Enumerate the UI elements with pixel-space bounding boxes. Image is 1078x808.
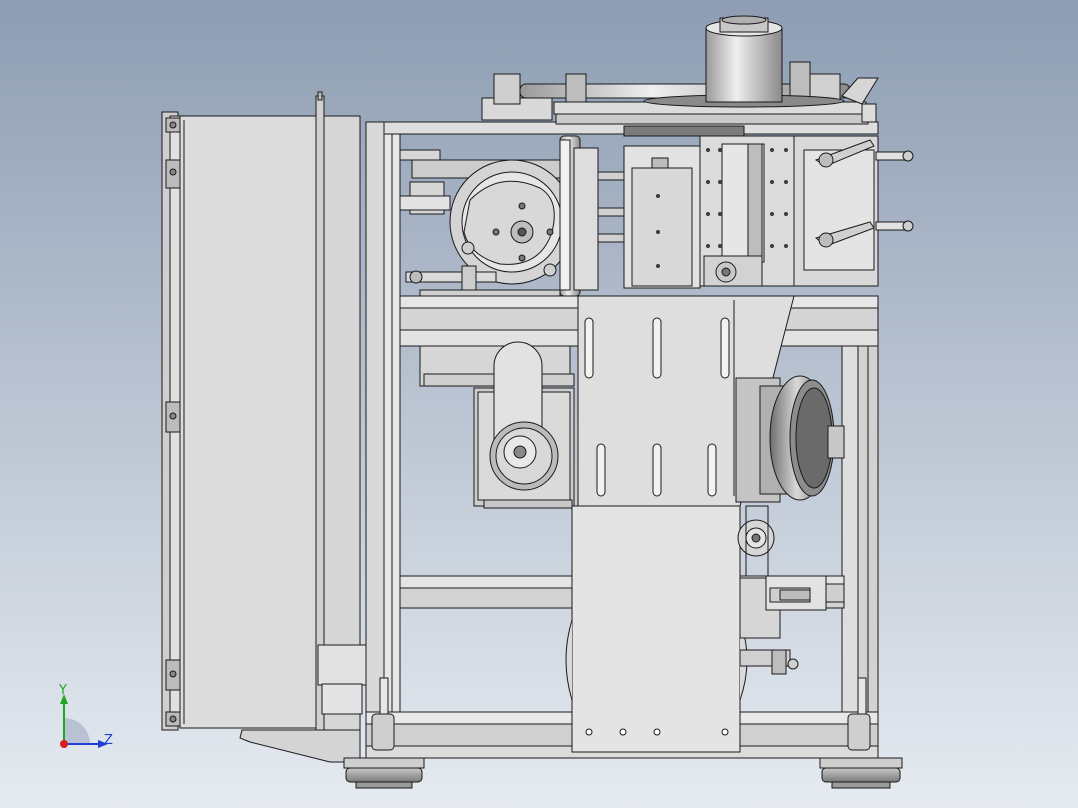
upper-drive-assembly xyxy=(399,135,879,297)
cad-model-drawing: Y Z xyxy=(0,0,1078,808)
cad-viewport[interactable]: Y Z xyxy=(0,0,1078,808)
electrical-cabinet xyxy=(161,91,367,763)
y-axis-label: Y xyxy=(58,683,67,698)
gear-strip xyxy=(623,125,745,137)
z-axis-label: Z xyxy=(104,733,113,748)
